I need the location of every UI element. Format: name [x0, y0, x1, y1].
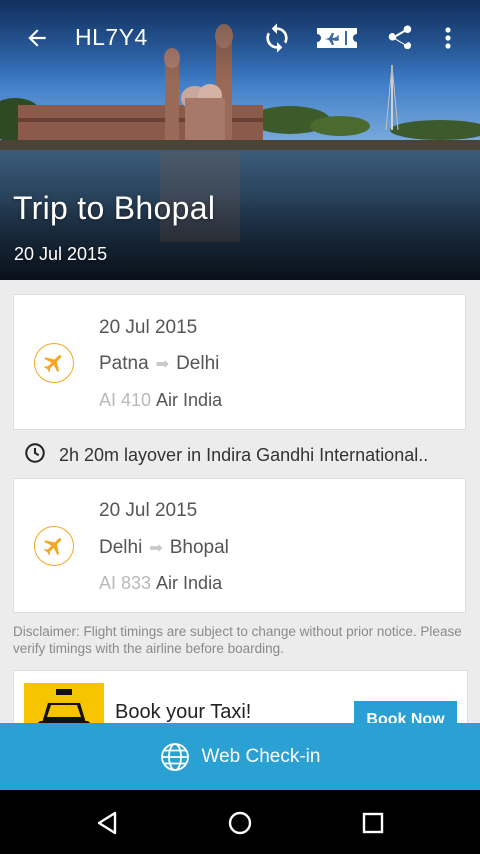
airline-name: Air India — [156, 573, 223, 593]
refresh-icon[interactable] — [257, 18, 297, 58]
layover-info: 2h 20m layover in Indira Gandhi Internat… — [24, 442, 464, 469]
share-icon[interactable] — [380, 18, 420, 58]
layover-text: 2h 20m layover in Indira Gandhi Internat… — [59, 445, 429, 465]
flight-route: Delhi ➡ Bhopal — [99, 537, 229, 559]
origin-city: Delhi — [99, 537, 143, 558]
web-checkin-label: Web Check-in — [201, 745, 321, 767]
flight-card[interactable]: 20 Jul 2015 Delhi ➡ Bhopal AI 833 Air Ind… — [13, 478, 466, 613]
boarding-pass-icon[interactable] — [314, 18, 360, 58]
back-arrow-icon[interactable] — [17, 18, 57, 58]
destination-city: Delhi — [176, 353, 220, 374]
taxi-promo-card[interactable]: Book your Taxi! Book Now — [13, 670, 468, 730]
disclaimer-text: Disclaimer: Flight timings are subject t… — [13, 624, 462, 656]
home-circle-icon[interactable] — [223, 806, 257, 840]
trip-header-image: HL7Y4 Trip to Bhopal 20 Jul 2015 — [0, 0, 480, 280]
trip-title: Trip to Bhopal — [13, 190, 216, 226]
flight-code: AI 410 — [99, 390, 152, 410]
destination-city: Bhopal — [169, 537, 229, 558]
origin-city: Patna — [99, 353, 149, 374]
recents-square-icon[interactable] — [356, 806, 390, 840]
overflow-menu-icon[interactable] — [428, 18, 468, 58]
plane-icon — [34, 343, 74, 383]
pnr-title: HL7Y4 — [75, 24, 148, 50]
flight-number: AI 410 Air India — [99, 390, 222, 411]
flight-route: Patna ➡ Delhi — [99, 353, 219, 375]
flight-number: AI 833 Air India — [99, 573, 222, 594]
flight-date: 20 Jul 2015 — [99, 500, 198, 521]
route-arrow-icon: ➡ — [149, 540, 163, 557]
flight-date: 20 Jul 2015 — [99, 317, 198, 338]
flight-code: AI 833 — [99, 573, 152, 593]
clock-icon — [24, 442, 46, 469]
route-arrow-icon: ➡ — [155, 356, 170, 373]
globe-icon — [160, 742, 190, 772]
trip-date: 20 Jul 2015 — [14, 244, 108, 264]
web-checkin-button[interactable]: Web Check-in — [0, 723, 480, 790]
back-triangle-icon[interactable] — [90, 806, 124, 840]
screen: HL7Y4 Trip to Bhopal 20 Jul 2015 20 Jul … — [0, 0, 480, 854]
system-navigation-bar — [0, 790, 480, 854]
promo-text: Book your Taxi! — [115, 701, 252, 723]
plane-icon — [34, 526, 74, 566]
airline-name: Air India — [156, 390, 223, 410]
flight-card[interactable]: 20 Jul 2015 Patna ➡ Delhi AI 410 Air Indi… — [13, 294, 466, 430]
